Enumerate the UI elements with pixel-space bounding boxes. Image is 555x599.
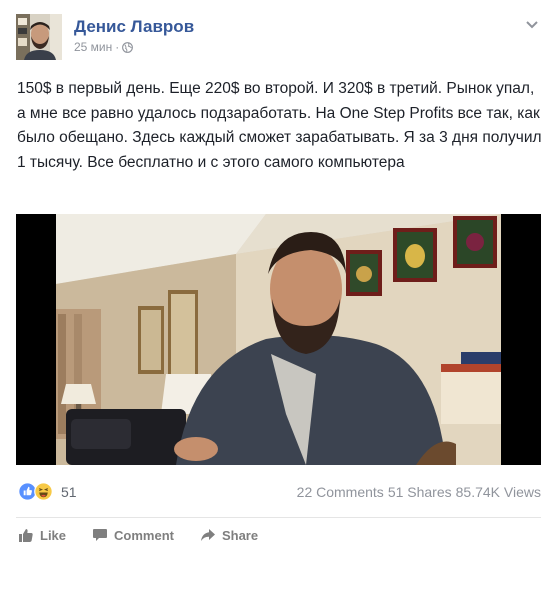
share-label: Share [221, 527, 259, 543]
post-timestamp[interactable]: 25 мин [74, 40, 112, 54]
chevron-down-icon[interactable] [525, 17, 539, 29]
haha-reaction-icon [34, 482, 53, 501]
comment-button[interactable]: Comment [92, 527, 174, 543]
facebook-post: Денис Лавров 25 мин · 150$ в первый день… [0, 0, 555, 599]
comment-bubble-icon [93, 529, 108, 541]
comments-count[interactable]: 22 Comments [297, 484, 384, 500]
video-player[interactable] [16, 214, 541, 465]
divider [16, 517, 541, 518]
reaction-summary[interactable]: 51 [18, 482, 77, 501]
like-button[interactable]: Like [18, 527, 66, 543]
post-stats: 22 Comments 51 Shares 85.74K Views [297, 484, 541, 500]
like-label: Like [40, 527, 67, 543]
reaction-count: 51 [61, 483, 77, 500]
share-arrow-icon [200, 529, 215, 541]
meta-separator: · [115, 40, 120, 54]
post-meta: 25 мин · [74, 40, 134, 54]
comment-label: Comment [114, 527, 174, 543]
author-name[interactable]: Денис Лавров [74, 17, 194, 37]
shares-count[interactable]: 51 Shares [388, 484, 452, 500]
share-button[interactable]: Share [200, 527, 258, 543]
action-bar: Like Comment Share [18, 524, 284, 546]
thumbs-up-icon [19, 529, 33, 542]
author-avatar[interactable] [16, 14, 62, 60]
views-count: 85.74K Views [455, 484, 541, 500]
post-text: 150$ в первый день. Еще 220$ во второй. … [17, 80, 542, 171]
globe-icon[interactable] [122, 41, 134, 53]
